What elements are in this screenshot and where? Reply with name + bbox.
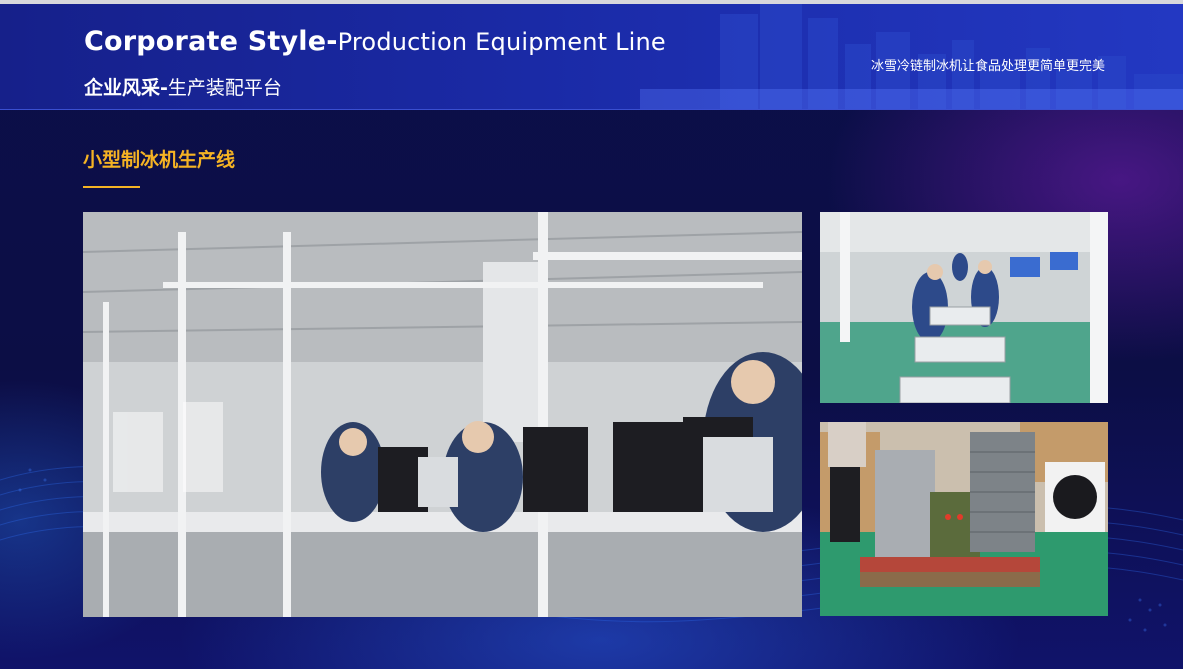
title-en-light: Production Equipment Line: [337, 28, 666, 56]
section-underline: [83, 186, 140, 188]
title-en-bold: Corporate Style-: [84, 26, 338, 57]
page-title-chinese: 企业风采-生产装配平台: [84, 73, 282, 100]
header-banner: Corporate Style-Production Equipment Lin…: [0, 4, 1183, 110]
page-title-english: Corporate Style-Production Equipment Lin…: [84, 26, 666, 57]
slogan: 冰雪冷链制冰机让食品处理更简单更完美: [871, 59, 1106, 74]
slide: Corporate Style-Production Equipment Lin…: [0, 0, 1183, 669]
workshop-photo: [820, 212, 1108, 403]
title-cn-light: 生产装配平台: [167, 77, 282, 99]
section-title: 小型制冰机生产线: [83, 149, 236, 171]
ice-machine-photo: [820, 422, 1108, 616]
production-line-photo: [83, 212, 802, 617]
title-cn-bold: 企业风采-: [84, 77, 168, 99]
